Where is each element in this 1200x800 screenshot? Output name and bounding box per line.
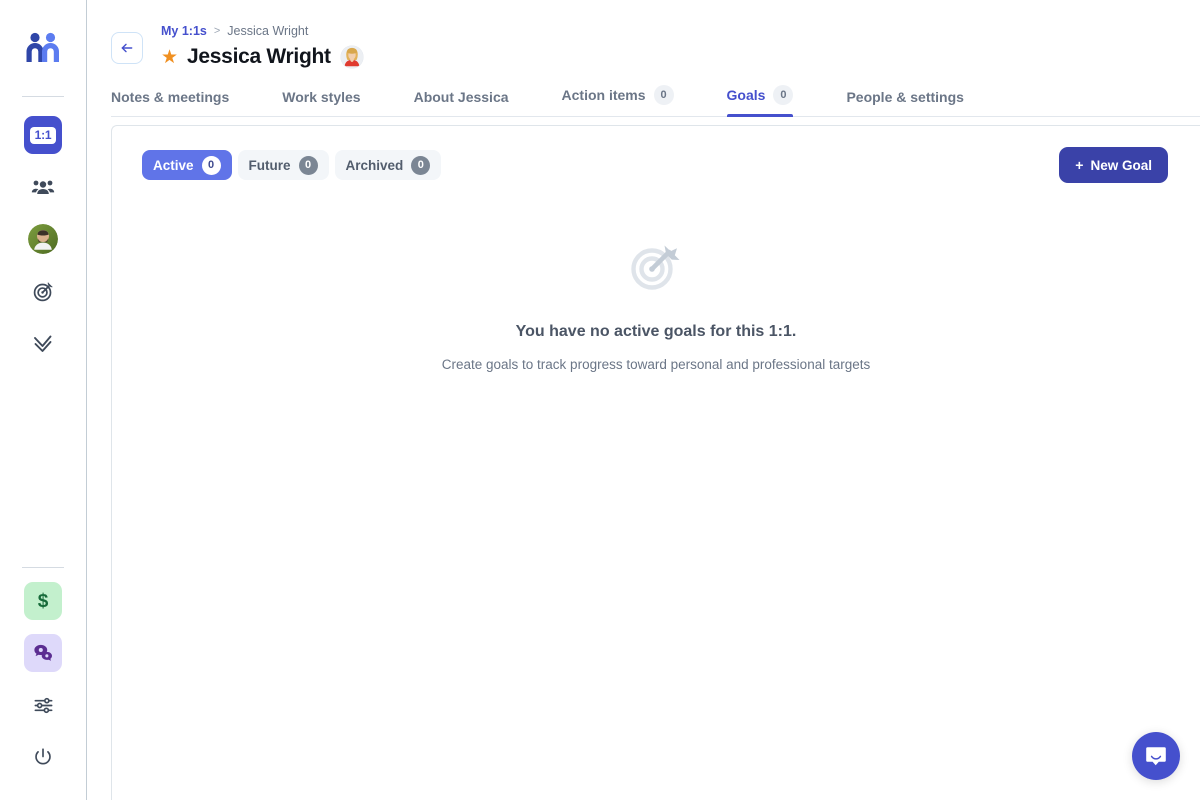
breadcrumb-separator-icon: > xyxy=(213,25,221,37)
tab-label: Work styles xyxy=(282,89,361,105)
breadcrumb: My 1:1s > Jessica Wright xyxy=(161,20,364,38)
sidebar-item-money[interactable]: $ xyxy=(24,582,62,620)
sidebar-item-one-on-one[interactable]: 1:1 xyxy=(24,116,62,154)
empty-state-title: You have no active goals for this 1:1. xyxy=(515,323,797,340)
sidebar-item-tasks[interactable] xyxy=(24,324,62,362)
tab-about-jessica[interactable]: About Jessica xyxy=(414,89,509,116)
title-row: ★ Jessica Wright xyxy=(161,45,364,69)
target-dart-icon xyxy=(626,235,686,295)
sidebar-item-feedback[interactable] xyxy=(24,634,62,672)
app-logo[interactable] xyxy=(21,27,65,71)
tab-work-styles[interactable]: Work styles xyxy=(282,89,360,116)
plus-icon: + xyxy=(1075,157,1084,173)
tab-bar: Notes & meetings Work styles About Jessi… xyxy=(111,85,1200,117)
back-button[interactable] xyxy=(111,32,143,64)
tab-notes-and-meetings[interactable]: Notes & meetings xyxy=(111,89,229,116)
tab-goals[interactable]: Goals 0 xyxy=(726,85,794,117)
empty-state-subtitle: Create goals to track progress toward pe… xyxy=(441,357,871,372)
filter-pill-label: Active xyxy=(153,157,194,173)
power-icon xyxy=(35,748,51,765)
page-title: Jessica Wright xyxy=(187,45,331,68)
left-sidebar: 1:1 $ xyxy=(0,0,87,800)
tab-label: Notes & meetings xyxy=(111,89,230,105)
goals-panel: Active 0 Future 0 Archived 0 + New Goal xyxy=(111,125,1200,800)
filter-pill-count: 0 xyxy=(298,155,318,175)
chat-bubbles-icon xyxy=(34,644,52,661)
tab-action-items[interactable]: Action items 0 xyxy=(562,85,674,116)
filter-pill-future[interactable]: Future 0 xyxy=(237,150,329,180)
double-check-icon xyxy=(34,335,52,352)
sidebar-item-goals[interactable] xyxy=(24,272,62,310)
people-group-icon xyxy=(31,180,55,194)
filter-pill-count: 0 xyxy=(411,155,431,175)
sliders-icon xyxy=(34,697,52,713)
intercom-chat-launcher[interactable] xyxy=(1132,732,1180,780)
new-goal-button[interactable]: + New Goal xyxy=(1059,147,1168,183)
sidebar-item-logout[interactable] xyxy=(24,738,62,776)
filter-pill-archived[interactable]: Archived 0 xyxy=(334,150,442,180)
filter-pill-active[interactable]: Active 0 xyxy=(142,150,232,180)
sidebar-item-settings[interactable] xyxy=(24,686,62,724)
chat-bubble-icon xyxy=(1146,747,1166,766)
new-goal-button-label: New Goal xyxy=(1090,157,1152,173)
user-avatar-icon xyxy=(28,224,58,254)
main-region: My 1:1s > Jessica Wright ★ Jessica Wrigh… xyxy=(87,0,1200,800)
tab-count-badge: 0 xyxy=(773,85,794,105)
app-root: 1:1 $ My 1:1s > Jessica Wright ★ Jessica… xyxy=(0,0,1200,800)
tab-people-and-settings[interactable]: People & settings xyxy=(846,89,963,116)
dollar-icon: $ xyxy=(37,590,49,612)
header-text-block: My 1:1s > Jessica Wright ★ Jessica Wrigh… xyxy=(161,20,364,69)
tab-label: Goals xyxy=(726,87,766,103)
star-icon[interactable]: ★ xyxy=(161,48,178,67)
sidebar-divider-bottom xyxy=(22,567,64,568)
one-on-one-badge-icon: 1:1 xyxy=(29,126,57,144)
sidebar-item-team[interactable] xyxy=(24,168,62,206)
sidebar-secondary-items: $ xyxy=(22,542,64,800)
tab-label: People & settings xyxy=(846,89,964,105)
filter-pill-count: 0 xyxy=(201,155,221,175)
page-header: My 1:1s > Jessica Wright ★ Jessica Wrigh… xyxy=(87,0,1200,69)
filter-pill-label: Future xyxy=(248,157,291,173)
sidebar-primary-items: 1:1 xyxy=(24,97,62,362)
tab-label: About Jessica xyxy=(413,89,509,105)
mochary-logo-icon xyxy=(26,32,59,62)
avatar[interactable] xyxy=(340,45,364,69)
tab-label: Action items xyxy=(561,87,646,103)
goal-filter-group: Active 0 Future 0 Archived 0 xyxy=(142,150,442,180)
empty-state: You have no active goals for this 1:1. C… xyxy=(112,235,1200,372)
breadcrumb-current: Jessica Wright xyxy=(227,24,309,38)
breadcrumb-root-link[interactable]: My 1:1s xyxy=(161,24,207,38)
arrow-left-icon xyxy=(121,43,133,53)
sidebar-item-profile[interactable] xyxy=(24,220,62,258)
goals-toolbar: Active 0 Future 0 Archived 0 + New Goal xyxy=(112,126,1200,183)
filter-pill-label: Archived xyxy=(345,157,404,173)
tab-count-badge: 0 xyxy=(653,85,674,105)
target-icon xyxy=(33,281,53,301)
